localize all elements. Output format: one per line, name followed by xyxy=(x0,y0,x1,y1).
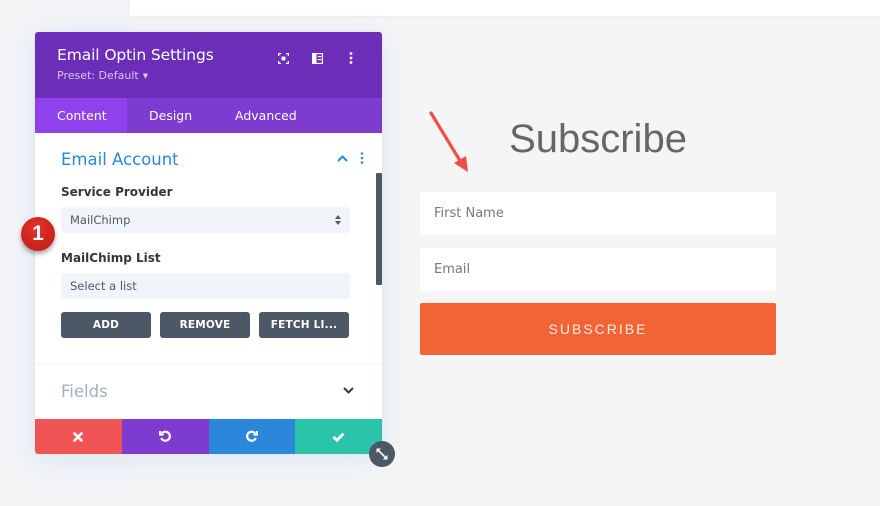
service-provider-select[interactable]: MailChimp xyxy=(61,207,350,233)
mailchimp-list-label: MailChimp List xyxy=(61,251,161,265)
resize-diagonal-icon xyxy=(376,448,388,460)
undo-button[interactable] xyxy=(121,419,209,454)
email-optin-settings-panel: Email Optin Settings Preset: Default ▼ C… xyxy=(35,32,382,454)
tab-advanced[interactable]: Advanced xyxy=(213,98,297,133)
checkmark-icon xyxy=(332,432,345,442)
panel-header[interactable]: Email Optin Settings Preset: Default ▼ xyxy=(35,32,382,98)
remove-list-button[interactable]: REMOVE xyxy=(160,312,250,338)
step-number-badge: 1 xyxy=(21,217,55,251)
mailchimp-list-value: Select a list xyxy=(70,279,137,293)
chevron-down-icon[interactable] xyxy=(343,387,354,394)
page-top-section xyxy=(130,0,880,16)
split-view-icon[interactable] xyxy=(300,50,334,66)
service-provider-value: MailChimp xyxy=(70,213,131,227)
preset-label: Preset: Default xyxy=(57,69,139,82)
resize-handle[interactable] xyxy=(369,441,395,467)
preset-dropdown[interactable]: Preset: Default ▼ xyxy=(57,69,148,82)
fields-section-toggle[interactable]: Fields xyxy=(35,365,382,417)
section-options-icon[interactable] xyxy=(360,152,364,164)
fetch-lists-button[interactable]: FETCH LI... xyxy=(259,312,349,338)
tab-design[interactable]: Design xyxy=(127,98,213,133)
email-account-section-title: Email Account xyxy=(61,149,179,169)
redo-button[interactable] xyxy=(208,419,296,454)
subscribe-button[interactable]: SUBSCRIBE xyxy=(420,303,776,355)
email-account-section-toggle[interactable]: Email Account xyxy=(35,133,382,185)
panel-scrollbar[interactable] xyxy=(376,173,382,285)
service-provider-label: Service Provider xyxy=(61,185,173,199)
panel-body: Email Account Service Provider MailChimp… xyxy=(35,133,382,420)
email-input[interactable] xyxy=(420,248,776,291)
chevron-up-icon[interactable] xyxy=(337,154,348,162)
add-list-button[interactable]: ADD xyxy=(61,312,151,338)
fields-section-title: Fields xyxy=(61,381,108,401)
focus-icon[interactable] xyxy=(266,50,300,66)
tab-content[interactable]: Content xyxy=(35,98,127,133)
first-name-input[interactable] xyxy=(420,192,776,235)
mailchimp-list-select[interactable]: Select a list xyxy=(61,273,350,299)
settings-tabs: Content Design Advanced xyxy=(35,98,382,133)
panel-footer xyxy=(35,419,382,454)
optin-title: Subscribe xyxy=(509,117,687,161)
more-options-icon[interactable] xyxy=(334,50,368,66)
close-icon xyxy=(73,431,84,442)
select-arrows-icon xyxy=(335,215,341,225)
caret-down-icon: ▼ xyxy=(142,71,149,80)
discard-button[interactable] xyxy=(35,419,122,454)
redo-icon xyxy=(246,430,259,442)
undo-icon xyxy=(158,430,171,442)
